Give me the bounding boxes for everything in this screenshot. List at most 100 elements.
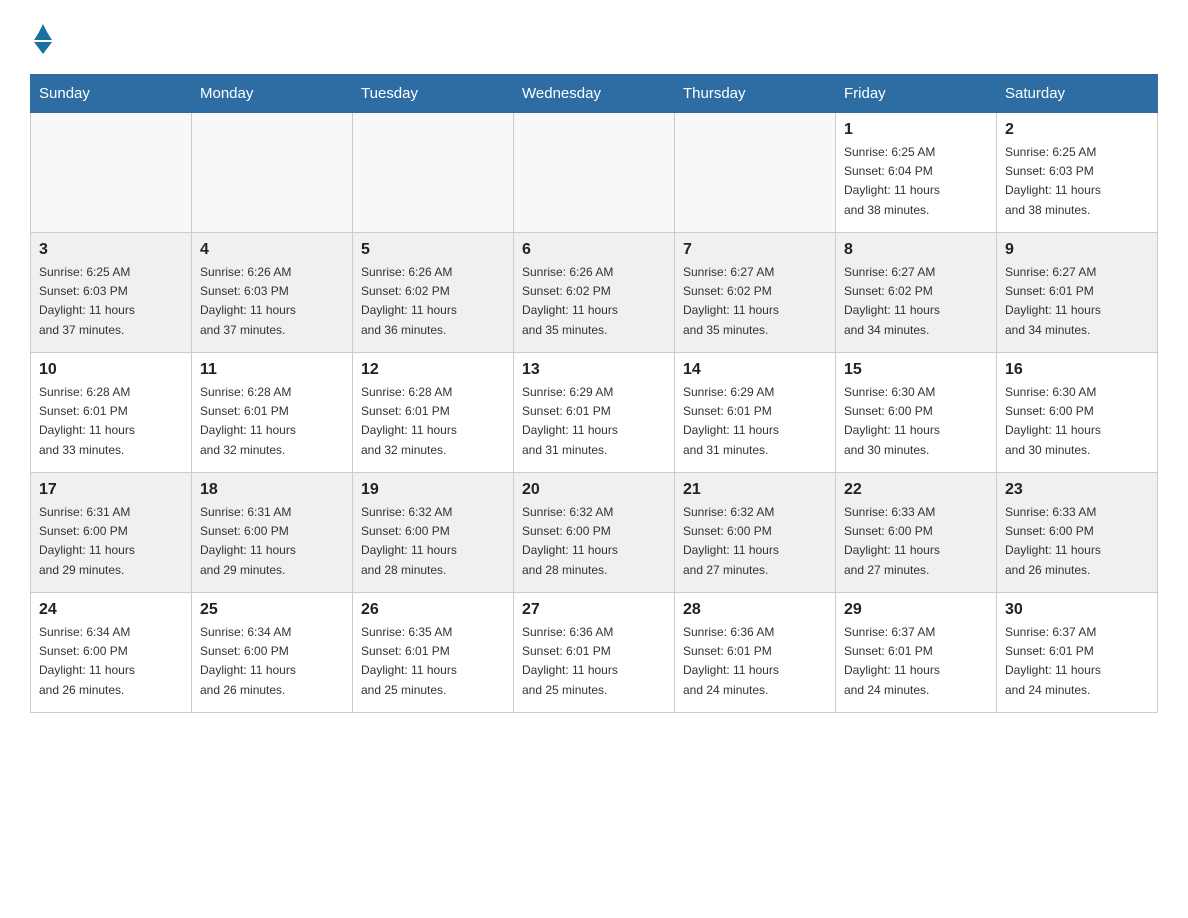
calendar-cell: 1Sunrise: 6:25 AMSunset: 6:04 PMDaylight… — [836, 113, 997, 233]
cell-sun-info: Sunrise: 6:31 AMSunset: 6:00 PMDaylight:… — [39, 503, 183, 580]
cell-date-number: 30 — [1005, 601, 1149, 619]
calendar-cell: 3Sunrise: 6:25 AMSunset: 6:03 PMDaylight… — [31, 233, 192, 353]
weekday-header-thursday: Thursday — [675, 75, 836, 113]
cell-sun-info: Sunrise: 6:28 AMSunset: 6:01 PMDaylight:… — [200, 383, 344, 460]
cell-date-number: 25 — [200, 601, 344, 619]
calendar-table: SundayMondayTuesdayWednesdayThursdayFrid… — [30, 74, 1158, 713]
cell-date-number: 14 — [683, 361, 827, 379]
weekday-header-row: SundayMondayTuesdayWednesdayThursdayFrid… — [31, 75, 1158, 113]
calendar-cell: 11 Sunrise: 6:28 AMSunset: 6:01 PMDayligh… — [192, 353, 353, 473]
cell-date-number: 10 — [39, 361, 183, 379]
cell-sun-info: Sunrise: 6:37 AMSunset: 6:01 PMDaylight:… — [844, 623, 988, 700]
cell-date-number: 20 — [522, 481, 666, 499]
cell-sun-info: Sunrise: 6:26 AMSunset: 6:03 PMDaylight:… — [200, 263, 344, 340]
cell-date-number: 11 — [200, 361, 344, 379]
cell-date-number: 2 — [1005, 121, 1149, 139]
cell-date-number: 5 — [361, 241, 505, 259]
cell-sun-info: Sunrise: 6:25 AMSunset: 6:03 PMDaylight:… — [1005, 143, 1149, 220]
calendar-cell: 12 Sunrise: 6:28 AMSunset: 6:01 PMDayligh… — [353, 353, 514, 473]
calendar-row: 24Sunrise: 6:34 AMSunset: 6:00 PMDayligh… — [31, 593, 1158, 713]
calendar-cell — [353, 113, 514, 233]
cell-date-number: 21 — [683, 481, 827, 499]
calendar-cell — [675, 113, 836, 233]
cell-sun-info: Sunrise: 6:34 AMSunset: 6:00 PMDaylight:… — [200, 623, 344, 700]
calendar-cell: 28 Sunrise: 6:36 AMSunset: 6:01 PMDayligh… — [675, 593, 836, 713]
cell-sun-info: Sunrise: 6:27 AMSunset: 6:01 PMDaylight:… — [1005, 263, 1149, 340]
weekday-header-saturday: Saturday — [997, 75, 1158, 113]
calendar-cell: 15 Sunrise: 6:30 AMSunset: 6:00 PMDayligh… — [836, 353, 997, 473]
cell-sun-info: Sunrise: 6:25 AMSunset: 6:04 PMDaylight:… — [844, 143, 988, 220]
calendar-cell: 5 Sunrise: 6:26 AMSunset: 6:02 PMDaylight… — [353, 233, 514, 353]
cell-sun-info: Sunrise: 6:30 AMSunset: 6:00 PMDaylight:… — [1005, 383, 1149, 460]
weekday-header-monday: Monday — [192, 75, 353, 113]
weekday-header-tuesday: Tuesday — [353, 75, 514, 113]
calendar-cell: 13 Sunrise: 6:29 AMSunset: 6:01 PMDayligh… — [514, 353, 675, 473]
calendar-cell: 26 Sunrise: 6:35 AMSunset: 6:01 PMDayligh… — [353, 593, 514, 713]
cell-sun-info: Sunrise: 6:28 AMSunset: 6:01 PMDaylight:… — [361, 383, 505, 460]
weekday-header-friday: Friday — [836, 75, 997, 113]
header — [30, 20, 1158, 54]
calendar-cell: 8 Sunrise: 6:27 AMSunset: 6:02 PMDaylight… — [836, 233, 997, 353]
calendar-cell: 21 Sunrise: 6:32 AMSunset: 6:00 PMDayligh… — [675, 473, 836, 593]
calendar-cell: 4 Sunrise: 6:26 AMSunset: 6:03 PMDaylight… — [192, 233, 353, 353]
cell-date-number: 19 — [361, 481, 505, 499]
cell-date-number: 7 — [683, 241, 827, 259]
cell-sun-info: Sunrise: 6:32 AMSunset: 6:00 PMDaylight:… — [522, 503, 666, 580]
calendar-cell: 17 Sunrise: 6:31 AMSunset: 6:00 PMDayligh… — [31, 473, 192, 593]
cell-date-number: 8 — [844, 241, 988, 259]
weekday-header-wednesday: Wednesday — [514, 75, 675, 113]
cell-sun-info: Sunrise: 6:26 AMSunset: 6:02 PMDaylight:… — [361, 263, 505, 340]
calendar-cell: 2 Sunrise: 6:25 AMSunset: 6:03 PMDaylight… — [997, 113, 1158, 233]
calendar-row: 17 Sunrise: 6:31 AMSunset: 6:00 PMDayligh… — [31, 473, 1158, 593]
calendar-cell: 16Sunrise: 6:30 AMSunset: 6:00 PMDayligh… — [997, 353, 1158, 473]
cell-sun-info: Sunrise: 6:36 AMSunset: 6:01 PMDaylight:… — [522, 623, 666, 700]
cell-date-number: 18 — [200, 481, 344, 499]
calendar-cell: 23 Sunrise: 6:33 AMSunset: 6:00 PMDayligh… — [997, 473, 1158, 593]
cell-sun-info: Sunrise: 6:31 AMSunset: 6:00 PMDaylight:… — [200, 503, 344, 580]
cell-date-number: 28 — [683, 601, 827, 619]
calendar-cell — [31, 113, 192, 233]
cell-sun-info: Sunrise: 6:29 AMSunset: 6:01 PMDaylight:… — [522, 383, 666, 460]
calendar-cell — [514, 113, 675, 233]
cell-date-number: 29 — [844, 601, 988, 619]
logo — [30, 20, 56, 54]
calendar-row: 3Sunrise: 6:25 AMSunset: 6:03 PMDaylight… — [31, 233, 1158, 353]
cell-date-number: 13 — [522, 361, 666, 379]
cell-sun-info: Sunrise: 6:28 AMSunset: 6:01 PMDaylight:… — [39, 383, 183, 460]
cell-sun-info: Sunrise: 6:30 AMSunset: 6:00 PMDaylight:… — [844, 383, 988, 460]
cell-sun-info: Sunrise: 6:34 AMSunset: 6:00 PMDaylight:… — [39, 623, 183, 700]
cell-date-number: 4 — [200, 241, 344, 259]
cell-sun-info: Sunrise: 6:27 AMSunset: 6:02 PMDaylight:… — [844, 263, 988, 340]
cell-date-number: 3 — [39, 241, 183, 259]
cell-date-number: 26 — [361, 601, 505, 619]
cell-sun-info: Sunrise: 6:37 AMSunset: 6:01 PMDaylight:… — [1005, 623, 1149, 700]
logo-triangle-icon — [32, 20, 54, 42]
cell-sun-info: Sunrise: 6:32 AMSunset: 6:00 PMDaylight:… — [683, 503, 827, 580]
cell-date-number: 17 — [39, 481, 183, 499]
cell-sun-info: Sunrise: 6:33 AMSunset: 6:00 PMDaylight:… — [1005, 503, 1149, 580]
cell-date-number: 15 — [844, 361, 988, 379]
calendar-cell: 29 Sunrise: 6:37 AMSunset: 6:01 PMDayligh… — [836, 593, 997, 713]
cell-date-number: 27 — [522, 601, 666, 619]
calendar-cell: 14Sunrise: 6:29 AMSunset: 6:01 PMDayligh… — [675, 353, 836, 473]
calendar-row: 1Sunrise: 6:25 AMSunset: 6:04 PMDaylight… — [31, 113, 1158, 233]
cell-date-number: 23 — [1005, 481, 1149, 499]
calendar-cell: 18 Sunrise: 6:31 AMSunset: 6:00 PMDayligh… — [192, 473, 353, 593]
calendar-cell: 19Sunrise: 6:32 AMSunset: 6:00 PMDayligh… — [353, 473, 514, 593]
calendar-cell: 22 Sunrise: 6:33 AMSunset: 6:00 PMDayligh… — [836, 473, 997, 593]
cell-date-number: 12 — [361, 361, 505, 379]
cell-sun-info: Sunrise: 6:26 AMSunset: 6:02 PMDaylight:… — [522, 263, 666, 340]
calendar-cell: 20 Sunrise: 6:32 AMSunset: 6:00 PMDayligh… — [514, 473, 675, 593]
cell-date-number: 22 — [844, 481, 988, 499]
weekday-header-sunday: Sunday — [31, 75, 192, 113]
cell-sun-info: Sunrise: 6:36 AMSunset: 6:01 PMDaylight:… — [683, 623, 827, 700]
calendar-row: 10 Sunrise: 6:28 AMSunset: 6:01 PMDayligh… — [31, 353, 1158, 473]
calendar-cell: 25 Sunrise: 6:34 AMSunset: 6:00 PMDayligh… — [192, 593, 353, 713]
calendar-cell: 24Sunrise: 6:34 AMSunset: 6:00 PMDayligh… — [31, 593, 192, 713]
calendar-cell — [192, 113, 353, 233]
calendar-cell: 7Sunrise: 6:27 AMSunset: 6:02 PMDaylight… — [675, 233, 836, 353]
calendar-cell: 30 Sunrise: 6:37 AMSunset: 6:01 PMDayligh… — [997, 593, 1158, 713]
cell-sun-info: Sunrise: 6:33 AMSunset: 6:00 PMDaylight:… — [844, 503, 988, 580]
cell-sun-info: Sunrise: 6:35 AMSunset: 6:01 PMDaylight:… — [361, 623, 505, 700]
calendar-cell: 9Sunrise: 6:27 AMSunset: 6:01 PMDaylight… — [997, 233, 1158, 353]
